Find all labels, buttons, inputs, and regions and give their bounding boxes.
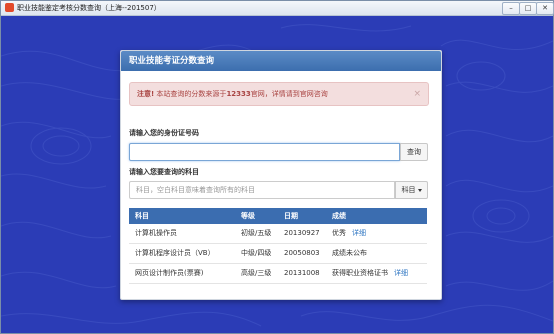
cell-subject: 计算机操作员 <box>135 229 177 237</box>
cell-subject: 计算机程序设计员（VB） <box>135 249 215 257</box>
alert-text-before: 本站查询的分数来源于 <box>154 90 227 98</box>
result-text: 优秀 <box>332 229 346 237</box>
subject-dropdown-label: 科目 <box>401 186 416 194</box>
detail-link[interactable]: 详细 <box>394 269 408 277</box>
subject-dropdown-button[interactable]: 科目 <box>395 181 428 199</box>
table-row: 计算机操作员 初级/五级 20130927 优秀 详细 <box>129 224 427 244</box>
result-text: 成绩未公布 <box>332 249 367 257</box>
header-level: 等级 <box>241 212 255 220</box>
score-query-panel: 职业技能考证分数查询 注意! 本站查询的分数来源于12333官网，详情请到官网咨… <box>120 50 442 300</box>
subject-label: 请输入您要查询的科目 <box>129 168 199 176</box>
results-table: 科目 等级 日期 成绩 计算机操作员 初级/五级 20130927 优秀 详细 计… <box>129 208 427 284</box>
query-button[interactable]: 查询 <box>400 143 428 161</box>
alert-highlight: 12333 <box>226 90 251 98</box>
app-icon <box>5 3 14 12</box>
table-row: 网页设计制作员(票賽) 高级/三级 20131008 获得职业资格证书 详细 <box>129 264 427 284</box>
alert-strong: 注意! <box>137 90 155 98</box>
detail-link[interactable]: 详细 <box>352 229 366 237</box>
close-icon[interactable]: × <box>413 83 421 105</box>
subject-input[interactable]: 科目，空白科目意味着查询所有的科目 <box>129 181 395 199</box>
window-title: 职业技能鉴定考核分数查询（上海--201507） <box>17 4 161 12</box>
cell-date: 20131008 <box>284 269 320 277</box>
result-text: 获得职业资格证书 <box>332 269 388 277</box>
alert-text: 注意! 本站查询的分数来源于12333官网，详情请到官网咨询 <box>137 83 328 105</box>
cell-result: 优秀 详细 <box>332 224 366 243</box>
table-header: 科目 等级 日期 成绩 <box>129 208 427 224</box>
cell-level: 初级/五级 <box>241 229 272 237</box>
minimize-button[interactable]: – <box>502 2 520 15</box>
caret-down-icon <box>417 188 422 192</box>
panel-header: 职业技能考证分数查询 <box>121 51 441 71</box>
header-subject: 科目 <box>135 212 149 220</box>
cell-result: 获得职业资格证书 详细 <box>332 264 408 283</box>
cell-level: 中级/四级 <box>241 249 272 257</box>
client-area: 职业技能考证分数查询 注意! 本站查询的分数来源于12333官网，详情请到官网咨… <box>1 16 553 333</box>
cell-date: 20130927 <box>284 229 320 237</box>
maximize-button[interactable]: □ <box>519 2 537 15</box>
cell-subject: 网页设计制作员(票賽) <box>135 269 204 277</box>
app-window: 职业技能鉴定考核分数查询（上海--201507） – □ ✕ 职业技能考证分数查… <box>0 0 554 334</box>
alert-text-after: 官网，详情请到官网咨询 <box>250 90 328 98</box>
id-number-input[interactable] <box>129 143 400 161</box>
panel-title: 职业技能考证分数查询 <box>129 56 215 66</box>
table-row: 计算机程序设计员（VB） 中级/四级 20050803 成绩未公布 <box>129 244 427 264</box>
notice-alert: 注意! 本站查询的分数来源于12333官网，详情请到官网咨询 × <box>129 82 429 106</box>
cell-level: 高级/三级 <box>241 269 272 277</box>
close-window-button[interactable]: ✕ <box>536 2 554 15</box>
cell-result: 成绩未公布 <box>332 244 367 263</box>
cell-date: 20050803 <box>284 249 320 257</box>
subject-placeholder: 科目，空白科目意味着查询所有的科目 <box>136 186 255 194</box>
header-date: 日期 <box>284 212 298 220</box>
header-result: 成绩 <box>332 212 346 220</box>
title-bar[interactable]: 职业技能鉴定考核分数查询（上海--201507） – □ ✕ <box>1 1 554 16</box>
id-label: 请输入您的身份证号码 <box>129 129 199 137</box>
